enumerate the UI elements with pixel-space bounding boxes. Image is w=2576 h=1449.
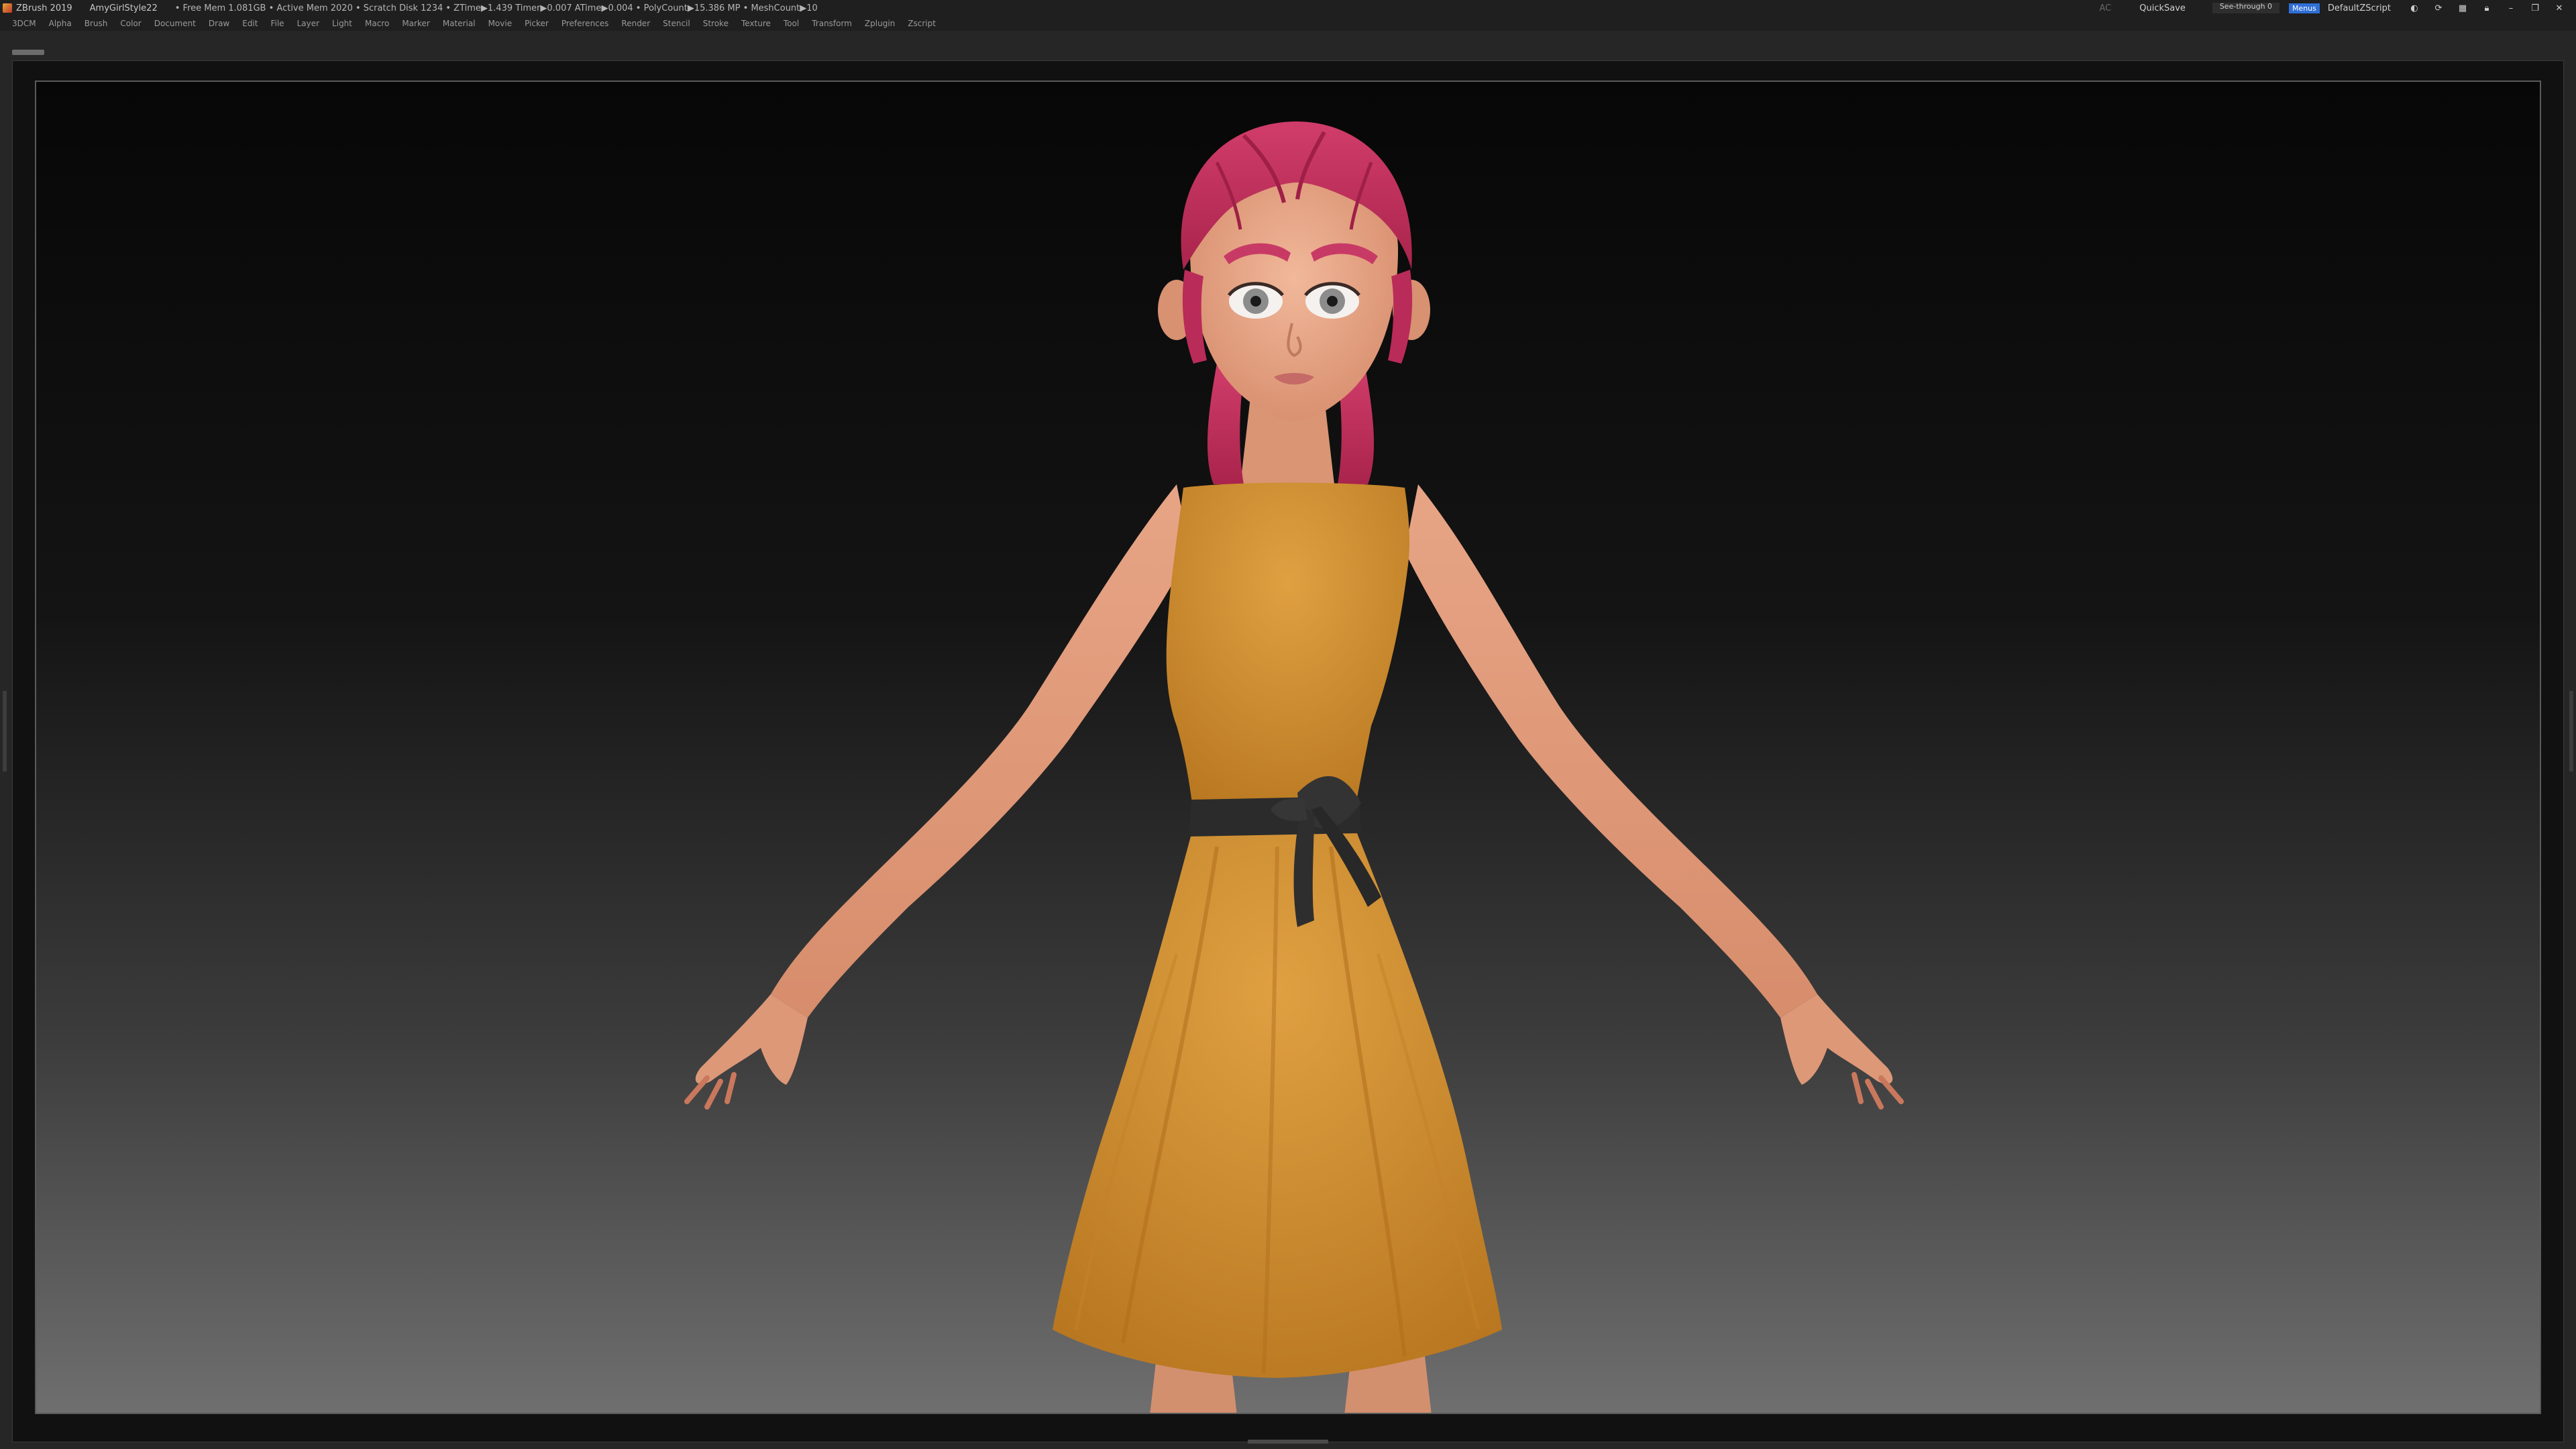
menu-brush[interactable]: Brush (85, 19, 108, 28)
top-shelf-handle[interactable] (12, 50, 44, 55)
see-through-label: See-through 0 (2219, 3, 2273, 11)
menu-stroke[interactable]: Stroke (703, 19, 729, 28)
menu-movie[interactable]: Movie (488, 19, 513, 28)
menu-tool[interactable]: Tool (784, 19, 799, 28)
title-bar: ZBrush 2019 AmyGirlStyle22 • Free Mem 1.… (0, 0, 2576, 16)
right-tray-handle[interactable] (2569, 691, 2573, 771)
menu-document[interactable]: Document (154, 19, 196, 28)
sync-icon[interactable]: ⟳ (2431, 3, 2446, 13)
menu-layer[interactable]: Layer (297, 19, 319, 28)
default-zscript-button[interactable]: DefaultZScript (2328, 3, 2391, 13)
document-title: AmyGirlStyle22 (89, 3, 158, 13)
left-arm (684, 484, 1190, 1110)
menu-zplugin[interactable]: Zplugin (865, 19, 895, 28)
menu-render[interactable]: Render (621, 19, 650, 28)
menu-transform[interactable]: Transform (812, 19, 852, 28)
zbrush-logo-icon (3, 3, 12, 13)
restore-icon[interactable]: ❐ (2528, 3, 2542, 13)
menu-3dcm[interactable]: 3DCM (12, 19, 36, 28)
menu-material[interactable]: Material (443, 19, 476, 28)
lock-icon[interactable]: 🔒︎ (2479, 3, 2494, 13)
menu-light[interactable]: Light (332, 19, 352, 28)
menu-picker[interactable]: Picker (525, 19, 549, 28)
bottom-tray-handle[interactable] (1248, 1440, 1328, 1444)
menu-texture[interactable]: Texture (741, 19, 771, 28)
close-icon[interactable]: ✕ (2552, 3, 2567, 13)
menu-edit[interactable]: Edit (242, 19, 258, 28)
menus-toggle-button[interactable]: Menus (2288, 3, 2320, 13)
menu-preferences[interactable]: Preferences (561, 19, 609, 28)
memory-stats: • Free Mem 1.081GB • Active Mem 2020 • S… (174, 3, 818, 13)
quicksave-button[interactable]: QuickSave (2139, 3, 2186, 13)
zbrush-window: ZBrush 2019 AmyGirlStyle22 • Free Mem 1.… (0, 0, 2576, 1449)
title-bar-controls: AC QuickSave See-through 0 Menus Default… (2100, 0, 2576, 16)
minimize-icon[interactable]: – (2504, 3, 2518, 13)
menu-stencil[interactable]: Stencil (663, 19, 690, 28)
layout-icon[interactable]: ▦ (2455, 3, 2470, 13)
menu-draw[interactable]: Draw (209, 19, 229, 28)
left-tray-handle[interactable] (3, 691, 7, 771)
palette-icon[interactable]: ◐ (2407, 3, 2422, 13)
menu-zscript[interactable]: Zscript (908, 19, 936, 28)
see-through-slider[interactable]: See-through 0 (2212, 3, 2279, 13)
menu-marker[interactable]: Marker (402, 19, 429, 28)
character-model (684, 121, 1904, 1413)
menu-macro[interactable]: Macro (365, 19, 389, 28)
ac-button[interactable]: AC (2100, 3, 2112, 13)
menu-bar: 3DCM Alpha Brush Color Document Draw Edit File L… (0, 16, 2576, 31)
menu-file[interactable]: File (270, 19, 284, 28)
menu-alpha[interactable]: Alpha (49, 19, 72, 28)
app-title: ZBrush 2019 (16, 3, 72, 13)
canvas-viewport[interactable] (35, 80, 2541, 1414)
right-arm (1405, 484, 1904, 1110)
menu-color[interactable]: Color (120, 19, 141, 28)
